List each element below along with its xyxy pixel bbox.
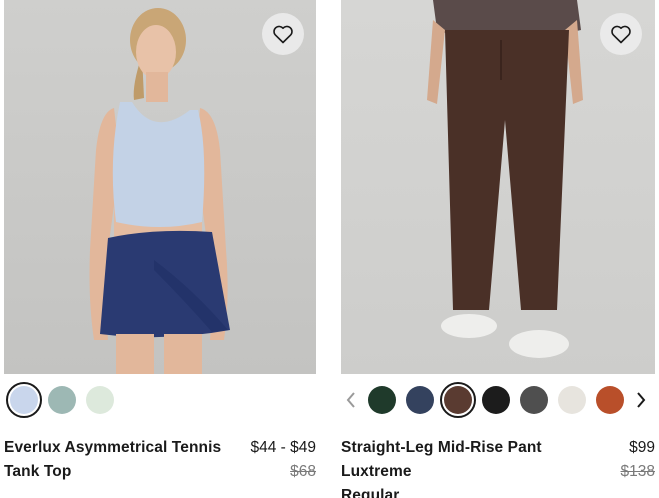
product-image-pant[interactable]	[341, 0, 655, 374]
favorite-button[interactable]	[600, 13, 642, 55]
favorite-button[interactable]	[262, 13, 304, 55]
product-name-line1[interactable]: Everlux Asymmetrical Tennis	[4, 436, 221, 460]
swatch-navy[interactable]	[406, 386, 434, 414]
color-swatches	[341, 382, 655, 418]
swatch-sage[interactable]	[48, 386, 76, 414]
swatch-rust[interactable]	[596, 386, 624, 414]
chevron-left-icon	[346, 392, 355, 408]
product-card-straight-leg-pant[interactable]: Straight-Leg Mid-Rise Pant Luxtreme Regu…	[341, 0, 655, 498]
sale-price: $44 - $49	[250, 439, 317, 456]
product-name-line1[interactable]: Straight-Leg Mid-Rise Pant	[341, 436, 542, 460]
swatch-black[interactable]	[482, 386, 510, 414]
product-name-line2[interactable]: Luxtreme	[341, 460, 542, 484]
product-photo	[341, 0, 655, 374]
product-name-line2[interactable]: Tank Top	[4, 460, 221, 484]
heart-outline-icon	[273, 25, 293, 44]
heart-outline-icon	[611, 25, 631, 44]
product-price: $99 $138	[621, 436, 655, 484]
swatch-bone[interactable]	[558, 386, 586, 414]
swatch-charcoal[interactable]	[520, 386, 548, 414]
swatch-mint[interactable]	[86, 386, 114, 414]
original-price: $68	[290, 463, 316, 480]
sale-price: $99	[629, 439, 655, 456]
swatch-prev-button[interactable]	[341, 388, 361, 412]
product-name[interactable]: Everlux Asymmetrical Tennis Tank Top	[4, 436, 221, 484]
product-name-line3[interactable]: Regular	[341, 484, 542, 498]
original-price: $138	[620, 463, 655, 480]
chevron-right-icon	[637, 392, 646, 408]
swatch-light-blue[interactable]	[10, 386, 38, 414]
swatch-next-button[interactable]	[631, 388, 651, 412]
color-swatches	[4, 382, 316, 418]
product-photo	[4, 0, 316, 374]
swatch-brown[interactable]	[444, 386, 472, 414]
product-name[interactable]: Straight-Leg Mid-Rise Pant Luxtreme Regu…	[341, 436, 542, 498]
product-price: $44 - $49 $68	[251, 436, 317, 484]
product-card-everlux[interactable]: Everlux Asymmetrical Tennis Tank Top $44…	[4, 0, 316, 498]
product-image-everlux[interactable]	[4, 0, 316, 374]
swatch-dark-green[interactable]	[368, 386, 396, 414]
